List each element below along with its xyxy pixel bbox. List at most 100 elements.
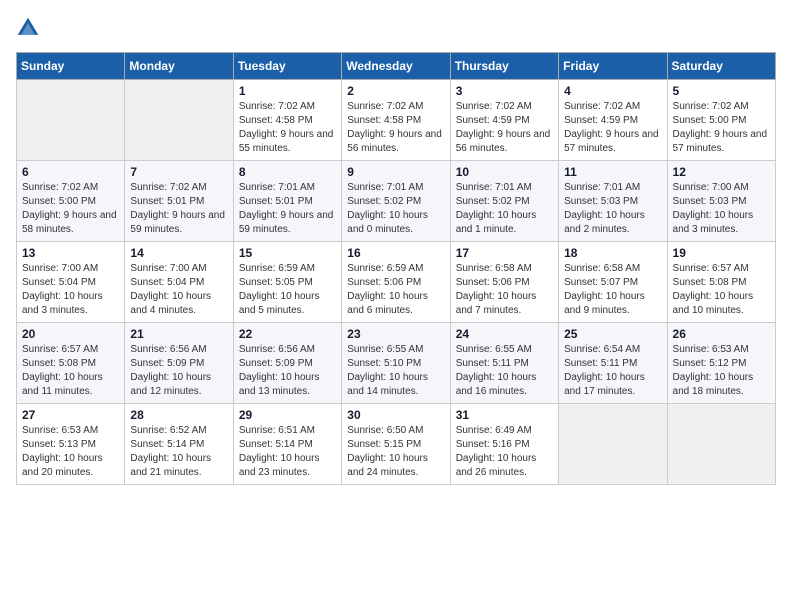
day-number: 6: [22, 165, 119, 179]
calendar-cell: 1 Sunrise: 7:02 AM Sunset: 4:58 PM Daylig…: [233, 80, 341, 161]
weekday-header-friday: Friday: [559, 53, 667, 80]
day-number: 25: [564, 327, 661, 341]
day-number: 1: [239, 84, 336, 98]
day-info: Sunrise: 6:55 AM Sunset: 5:11 PM Dayligh…: [456, 343, 553, 399]
calendar-cell: [125, 80, 233, 161]
day-number: 13: [22, 246, 119, 260]
calendar-cell: 24 Sunrise: 6:55 AM Sunset: 5:11 PM Dayli…: [450, 323, 558, 404]
day-info: Sunrise: 6:56 AM Sunset: 5:09 PM Dayligh…: [130, 343, 227, 399]
day-number: 20: [22, 327, 119, 341]
day-info: Sunrise: 6:53 AM Sunset: 5:12 PM Dayligh…: [673, 343, 770, 399]
day-number: 11: [564, 165, 661, 179]
calendar-cell: 7 Sunrise: 7:02 AM Sunset: 5:01 PM Daylig…: [125, 161, 233, 242]
calendar-cell: 4Sunrise: 7:02 AM Sunset: 4:59 PM Daylig…: [559, 80, 667, 161]
calendar-cell: 5 Sunrise: 7:02 AM Sunset: 5:00 PM Daylig…: [667, 80, 775, 161]
day-number: 24: [456, 327, 553, 341]
calendar-week-row: 27 Sunrise: 6:53 AM Sunset: 5:13 PM Dayli…: [17, 404, 776, 485]
weekday-header-thursday: Thursday: [450, 53, 558, 80]
logo-icon: [16, 16, 40, 40]
day-number: 7: [130, 165, 227, 179]
calendar-cell: 18 Sunrise: 6:58 AM Sunset: 5:07 PM Dayli…: [559, 242, 667, 323]
day-number: 10: [456, 165, 553, 179]
day-info: Sunrise: 6:56 AM Sunset: 5:09 PM Dayligh…: [239, 343, 336, 399]
day-number: 18: [564, 246, 661, 260]
day-number: 8: [239, 165, 336, 179]
weekday-header-row: SundayMondayTuesdayWednesdayThursdayFrid…: [17, 53, 776, 80]
calendar-cell: 10Sunrise: 7:01 AM Sunset: 5:02 PM Dayli…: [450, 161, 558, 242]
day-number: 3: [456, 84, 553, 98]
weekday-header-monday: Monday: [125, 53, 233, 80]
calendar-cell: 30Sunrise: 6:50 AM Sunset: 5:15 PM Dayli…: [342, 404, 450, 485]
day-number: 27: [22, 408, 119, 422]
day-number: 26: [673, 327, 770, 341]
day-info: Sunrise: 7:02 AM Sunset: 5:01 PM Dayligh…: [130, 181, 227, 237]
day-number: 5: [673, 84, 770, 98]
calendar-cell: 16Sunrise: 6:59 AM Sunset: 5:06 PM Dayli…: [342, 242, 450, 323]
calendar-cell: 28 Sunrise: 6:52 AM Sunset: 5:14 PM Dayli…: [125, 404, 233, 485]
weekday-header-sunday: Sunday: [17, 53, 125, 80]
day-info: Sunrise: 6:58 AM Sunset: 5:07 PM Dayligh…: [564, 262, 661, 318]
day-number: 2: [347, 84, 444, 98]
calendar-cell: 15Sunrise: 6:59 AM Sunset: 5:05 PM Dayli…: [233, 242, 341, 323]
calendar-cell: 12 Sunrise: 7:00 AM Sunset: 5:03 PM Dayli…: [667, 161, 775, 242]
day-info: Sunrise: 7:02 AM Sunset: 4:59 PM Dayligh…: [456, 100, 553, 156]
day-number: 12: [673, 165, 770, 179]
day-info: Sunrise: 7:02 AM Sunset: 4:58 PM Dayligh…: [239, 100, 336, 156]
day-number: 29: [239, 408, 336, 422]
day-number: 30: [347, 408, 444, 422]
day-info: Sunrise: 6:58 AM Sunset: 5:06 PM Dayligh…: [456, 262, 553, 318]
calendar-week-row: 20 Sunrise: 6:57 AM Sunset: 5:08 PM Dayli…: [17, 323, 776, 404]
calendar-cell: [17, 80, 125, 161]
calendar-cell: 29Sunrise: 6:51 AM Sunset: 5:14 PM Dayli…: [233, 404, 341, 485]
day-number: 28: [130, 408, 227, 422]
day-number: 21: [130, 327, 227, 341]
day-number: 14: [130, 246, 227, 260]
day-info: Sunrise: 7:01 AM Sunset: 5:01 PM Dayligh…: [239, 181, 336, 237]
day-info: Sunrise: 6:57 AM Sunset: 5:08 PM Dayligh…: [22, 343, 119, 399]
day-info: Sunrise: 6:52 AM Sunset: 5:14 PM Dayligh…: [130, 424, 227, 480]
day-info: Sunrise: 7:00 AM Sunset: 5:04 PM Dayligh…: [130, 262, 227, 318]
day-info: Sunrise: 7:02 AM Sunset: 5:00 PM Dayligh…: [673, 100, 770, 156]
calendar-cell: 6Sunrise: 7:02 AM Sunset: 5:00 PM Daylig…: [17, 161, 125, 242]
day-info: Sunrise: 7:01 AM Sunset: 5:02 PM Dayligh…: [347, 181, 444, 237]
day-number: 19: [673, 246, 770, 260]
day-number: 17: [456, 246, 553, 260]
weekday-header-wednesday: Wednesday: [342, 53, 450, 80]
calendar-cell: [559, 404, 667, 485]
day-info: Sunrise: 6:57 AM Sunset: 5:08 PM Dayligh…: [673, 262, 770, 318]
day-info: Sunrise: 7:02 AM Sunset: 4:58 PM Dayligh…: [347, 100, 444, 156]
day-number: 9: [347, 165, 444, 179]
calendar-week-row: 1 Sunrise: 7:02 AM Sunset: 4:58 PM Daylig…: [17, 80, 776, 161]
day-info: Sunrise: 6:54 AM Sunset: 5:11 PM Dayligh…: [564, 343, 661, 399]
calendar-cell: 9 Sunrise: 7:01 AM Sunset: 5:02 PM Daylig…: [342, 161, 450, 242]
day-info: Sunrise: 7:00 AM Sunset: 5:04 PM Dayligh…: [22, 262, 119, 318]
day-number: 22: [239, 327, 336, 341]
calendar-cell: 27 Sunrise: 6:53 AM Sunset: 5:13 PM Dayli…: [17, 404, 125, 485]
calendar-cell: 20 Sunrise: 6:57 AM Sunset: 5:08 PM Dayli…: [17, 323, 125, 404]
page-header: [16, 16, 776, 40]
logo: [16, 16, 44, 40]
calendar-week-row: 13 Sunrise: 7:00 AM Sunset: 5:04 PM Dayli…: [17, 242, 776, 323]
day-info: Sunrise: 7:00 AM Sunset: 5:03 PM Dayligh…: [673, 181, 770, 237]
day-number: 31: [456, 408, 553, 422]
calendar-cell: 11 Sunrise: 7:01 AM Sunset: 5:03 PM Dayli…: [559, 161, 667, 242]
day-number: 4: [564, 84, 661, 98]
day-number: 23: [347, 327, 444, 341]
calendar-cell: 22 Sunrise: 6:56 AM Sunset: 5:09 PM Dayli…: [233, 323, 341, 404]
day-info: Sunrise: 7:01 AM Sunset: 5:03 PM Dayligh…: [564, 181, 661, 237]
calendar-cell: 3 Sunrise: 7:02 AM Sunset: 4:59 PM Daylig…: [450, 80, 558, 161]
calendar-cell: 26 Sunrise: 6:53 AM Sunset: 5:12 PM Dayli…: [667, 323, 775, 404]
calendar-cell: 21 Sunrise: 6:56 AM Sunset: 5:09 PM Dayli…: [125, 323, 233, 404]
day-info: Sunrise: 6:53 AM Sunset: 5:13 PM Dayligh…: [22, 424, 119, 480]
calendar-cell: 31 Sunrise: 6:49 AM Sunset: 5:16 PM Dayli…: [450, 404, 558, 485]
calendar-cell: 14 Sunrise: 7:00 AM Sunset: 5:04 PM Dayli…: [125, 242, 233, 323]
calendar-cell: 2 Sunrise: 7:02 AM Sunset: 4:58 PM Daylig…: [342, 80, 450, 161]
calendar-cell: 25 Sunrise: 6:54 AM Sunset: 5:11 PM Dayli…: [559, 323, 667, 404]
calendar-cell: 19 Sunrise: 6:57 AM Sunset: 5:08 PM Dayli…: [667, 242, 775, 323]
day-info: Sunrise: 6:49 AM Sunset: 5:16 PM Dayligh…: [456, 424, 553, 480]
day-info: Sunrise: 6:55 AM Sunset: 5:10 PM Dayligh…: [347, 343, 444, 399]
calendar-cell: 8 Sunrise: 7:01 AM Sunset: 5:01 PM Daylig…: [233, 161, 341, 242]
calendar-cell: 13 Sunrise: 7:00 AM Sunset: 5:04 PM Dayli…: [17, 242, 125, 323]
day-info: Sunrise: 6:59 AM Sunset: 5:05 PM Dayligh…: [239, 262, 336, 318]
calendar-cell: [667, 404, 775, 485]
